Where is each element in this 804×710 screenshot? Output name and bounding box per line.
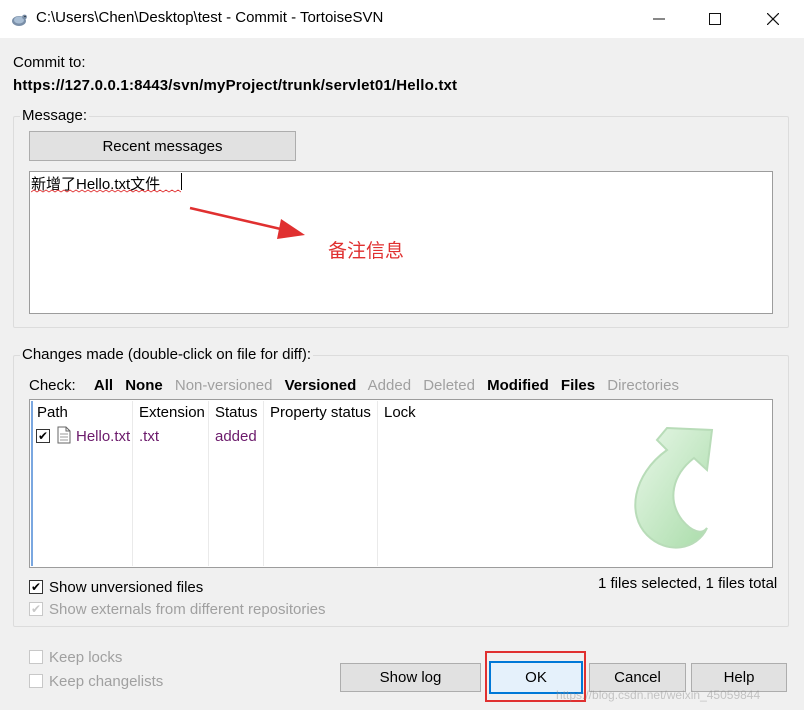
column-header-extension[interactable]: Extension	[139, 404, 205, 421]
keep-locks-label: Keep locks	[49, 649, 123, 666]
maximize-button[interactable]	[686, 0, 744, 38]
annotation-text: 备注信息	[328, 241, 405, 262]
keep-locks-checkbox[interactable]	[29, 650, 43, 664]
spellcheck-underline	[31, 189, 181, 193]
column-separator	[208, 401, 209, 566]
window-title: C:\Users\Chen\Desktop\test - Commit - To…	[36, 9, 384, 26]
filter-deleted[interactable]: Deleted	[423, 377, 475, 394]
filter-none[interactable]: None	[125, 377, 163, 394]
green-commit-arrow-icon	[612, 420, 722, 564]
column-header-path[interactable]: Path	[37, 404, 68, 421]
check-filter-row: Check: All None Non-versioned Versioned …	[29, 377, 687, 394]
recent-messages-button[interactable]: Recent messages	[29, 131, 296, 161]
list-focus-edge	[31, 401, 33, 566]
close-icon	[767, 13, 779, 25]
column-header-lock[interactable]: Lock	[384, 404, 416, 421]
filter-modified[interactable]: Modified	[487, 377, 549, 394]
column-separator	[377, 401, 378, 566]
filter-versioned[interactable]: Versioned	[285, 377, 357, 394]
tortoise-icon	[10, 10, 28, 28]
keep-changelists-label: Keep changelists	[49, 673, 164, 690]
show-log-button[interactable]: Show log	[340, 663, 481, 692]
show-externals-label: Show externals from different repositori…	[49, 601, 326, 618]
file-path[interactable]: Hello.txt	[76, 428, 130, 445]
filter-added[interactable]: Added	[368, 377, 411, 394]
file-extension: .txt	[139, 428, 160, 445]
file-status: added	[215, 428, 257, 445]
minimize-button[interactable]	[630, 0, 688, 38]
close-button[interactable]	[744, 0, 802, 38]
selection-summary: 1 files selected, 1 files total	[598, 575, 778, 592]
show-externals-checkbox[interactable]: ✔	[29, 602, 43, 616]
commit-to-label: Commit to:	[13, 54, 86, 71]
column-separator	[132, 401, 133, 566]
commit-url: https://127.0.0.1:8443/svn/myProject/tru…	[13, 77, 458, 94]
filter-directories[interactable]: Directories	[607, 377, 679, 394]
annotation-arrow	[189, 206, 305, 239]
column-header-status[interactable]: Status	[215, 404, 258, 421]
watermark-text: https://blog.csdn.net/weixin_45059844	[556, 688, 761, 702]
column-separator	[263, 401, 264, 566]
show-unversioned-checkbox[interactable]: ✔	[29, 580, 43, 594]
maximize-icon	[709, 13, 721, 25]
message-group-label: Message:	[20, 107, 90, 124]
column-header-property-status[interactable]: Property status	[270, 404, 371, 421]
filter-non-versioned[interactable]: Non-versioned	[175, 377, 273, 394]
changes-group-label: Changes made (double-click on file for d…	[20, 346, 314, 363]
show-unversioned-label: Show unversioned files	[49, 579, 204, 596]
minimize-icon	[653, 18, 665, 20]
filter-files[interactable]: Files	[561, 377, 595, 394]
file-row-checkbox[interactable]: ✔	[36, 429, 50, 443]
filter-all[interactable]: All	[94, 377, 113, 394]
keep-changelists-checkbox[interactable]	[29, 674, 43, 688]
file-icon	[57, 426, 71, 448]
check-label: Check:	[29, 377, 76, 394]
text-caret	[181, 173, 182, 190]
